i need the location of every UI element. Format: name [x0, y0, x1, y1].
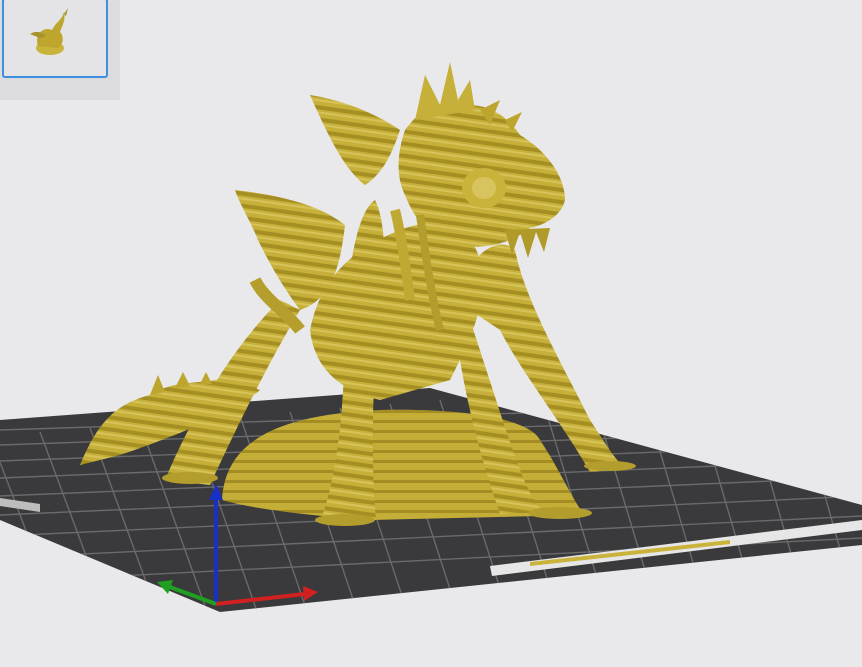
3d-viewport[interactable]: [0, 0, 862, 667]
